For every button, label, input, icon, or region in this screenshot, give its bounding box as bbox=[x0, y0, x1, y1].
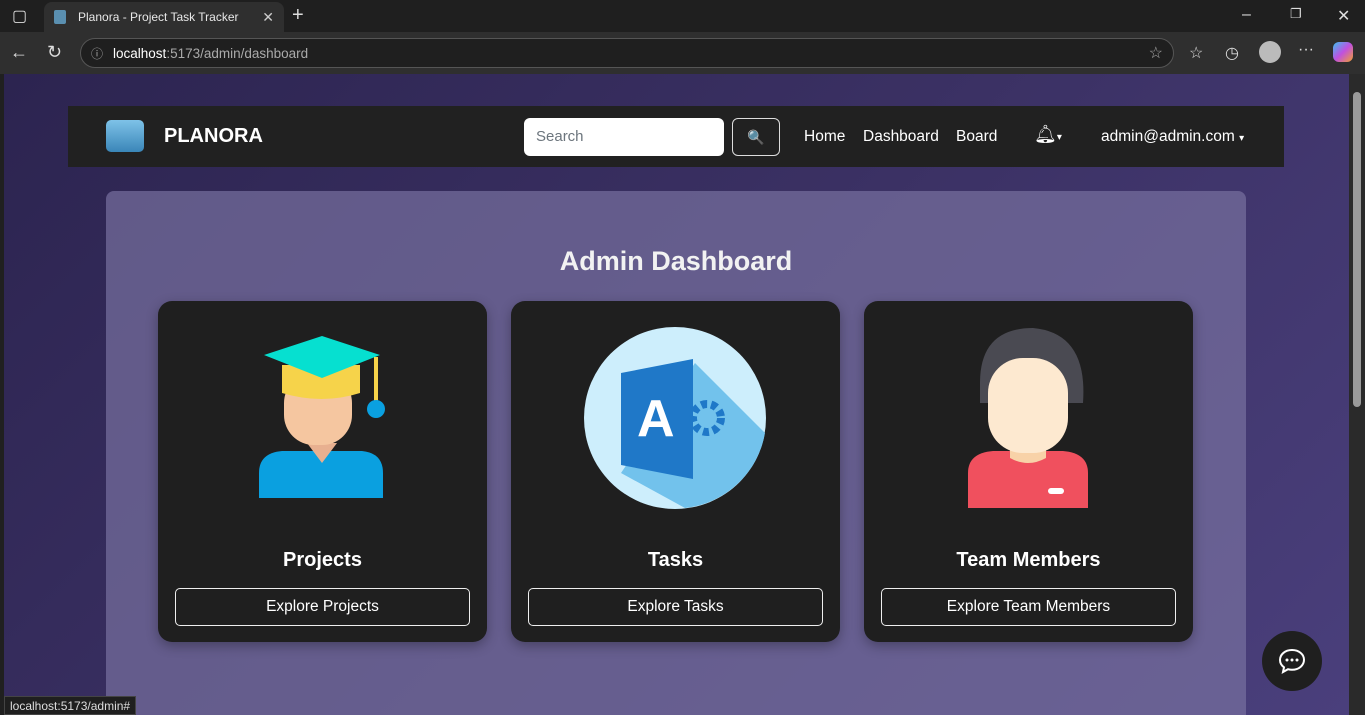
favorite-star-icon[interactable]: ☆ bbox=[1149, 43, 1163, 63]
close-window-icon[interactable]: ✕ bbox=[1337, 6, 1350, 26]
caret-down-icon: ▾ bbox=[1239, 133, 1245, 144]
nav-board[interactable]: Board bbox=[956, 128, 997, 146]
page-title: Admin Dashboard bbox=[559, 246, 793, 276]
user-avatar-icon bbox=[968, 328, 1088, 508]
more-icon[interactable]: ··· bbox=[1298, 41, 1314, 59]
favorites-icon[interactable]: ☆ bbox=[1189, 43, 1203, 63]
tasks-card: A Tasks Explore Tasks bbox=[511, 301, 840, 642]
address-bar-row: ← ↻ ⓘ localhost:5173/admin/dashboard ☆ ☆… bbox=[0, 32, 1365, 74]
search-icon: 🔍 bbox=[747, 128, 765, 145]
svg-text:A: A bbox=[637, 390, 675, 448]
reload-icon[interactable]: ↻ bbox=[47, 42, 62, 63]
card-title: Team Members bbox=[956, 549, 1101, 571]
info-icon[interactable]: ⓘ bbox=[91, 45, 103, 62]
access-app-icon: A bbox=[584, 327, 766, 509]
notifications-bell-icon[interactable]: 🔔︎▾ bbox=[1034, 124, 1062, 145]
status-bar-url: localhost:5173/admin# bbox=[4, 696, 137, 715]
explore-team-members-button[interactable]: Explore Team Members bbox=[881, 588, 1176, 626]
history-icon[interactable]: ◷ bbox=[1225, 43, 1239, 63]
tab-title: Planora - Project Task Tracker bbox=[78, 10, 239, 24]
scrollbar[interactable] bbox=[1349, 74, 1365, 715]
card-title: Tasks bbox=[647, 549, 704, 571]
graduate-icon bbox=[259, 336, 385, 498]
page: PLANORA Search 🔍 Home Dashboard Board 🔔︎… bbox=[4, 74, 1349, 715]
search-input[interactable]: Search bbox=[524, 118, 724, 156]
nav-home[interactable]: Home bbox=[804, 128, 845, 146]
url-input[interactable]: ⓘ localhost:5173/admin/dashboard ☆ bbox=[80, 38, 1174, 68]
user-email: admin@admin.com bbox=[1101, 128, 1235, 145]
explore-tasks-button[interactable]: Explore Tasks bbox=[528, 588, 823, 626]
minimize-icon[interactable]: – bbox=[1242, 6, 1251, 24]
dashboard-panel: Admin Dashboard Projects Explore Project… bbox=[106, 191, 1246, 715]
restore-icon[interactable]: ❐ bbox=[1290, 6, 1302, 22]
sidebar-toggle-icon[interactable]: ▢ bbox=[12, 6, 27, 26]
card-title: Projects bbox=[283, 549, 362, 571]
projects-card: Projects Explore Projects bbox=[158, 301, 487, 642]
chat-bubble-icon bbox=[1278, 648, 1306, 674]
browser-tab[interactable]: Planora - Project Task Tracker ✕ bbox=[44, 2, 284, 32]
browser-tab-bar: ▢ Planora - Project Task Tracker ✕ + – ❐… bbox=[0, 0, 1365, 32]
brand[interactable]: PLANORA bbox=[164, 125, 263, 148]
chat-button[interactable] bbox=[1262, 631, 1322, 691]
new-tab-icon[interactable]: + bbox=[292, 4, 304, 27]
back-icon[interactable]: ← bbox=[10, 42, 28, 63]
search-button[interactable]: 🔍 bbox=[732, 118, 780, 156]
close-tab-icon[interactable]: ✕ bbox=[262, 9, 274, 26]
favicon-icon bbox=[54, 10, 66, 24]
explore-projects-button[interactable]: Explore Projects bbox=[175, 588, 470, 626]
scrollbar-thumb[interactable] bbox=[1353, 92, 1361, 407]
team-members-card: Team Members Explore Team Members bbox=[864, 301, 1193, 642]
nav-dashboard[interactable]: Dashboard bbox=[863, 128, 939, 146]
navbar: PLANORA Search 🔍 Home Dashboard Board 🔔︎… bbox=[68, 106, 1284, 167]
user-menu[interactable]: admin@admin.com ▾ bbox=[1101, 128, 1244, 146]
planora-logo-icon[interactable] bbox=[106, 120, 144, 152]
url-path: :5173/admin/dashboard bbox=[166, 45, 309, 61]
copilot-icon[interactable] bbox=[1333, 42, 1353, 62]
url-host: localhost bbox=[113, 45, 167, 61]
profile-avatar-icon[interactable] bbox=[1259, 41, 1281, 63]
